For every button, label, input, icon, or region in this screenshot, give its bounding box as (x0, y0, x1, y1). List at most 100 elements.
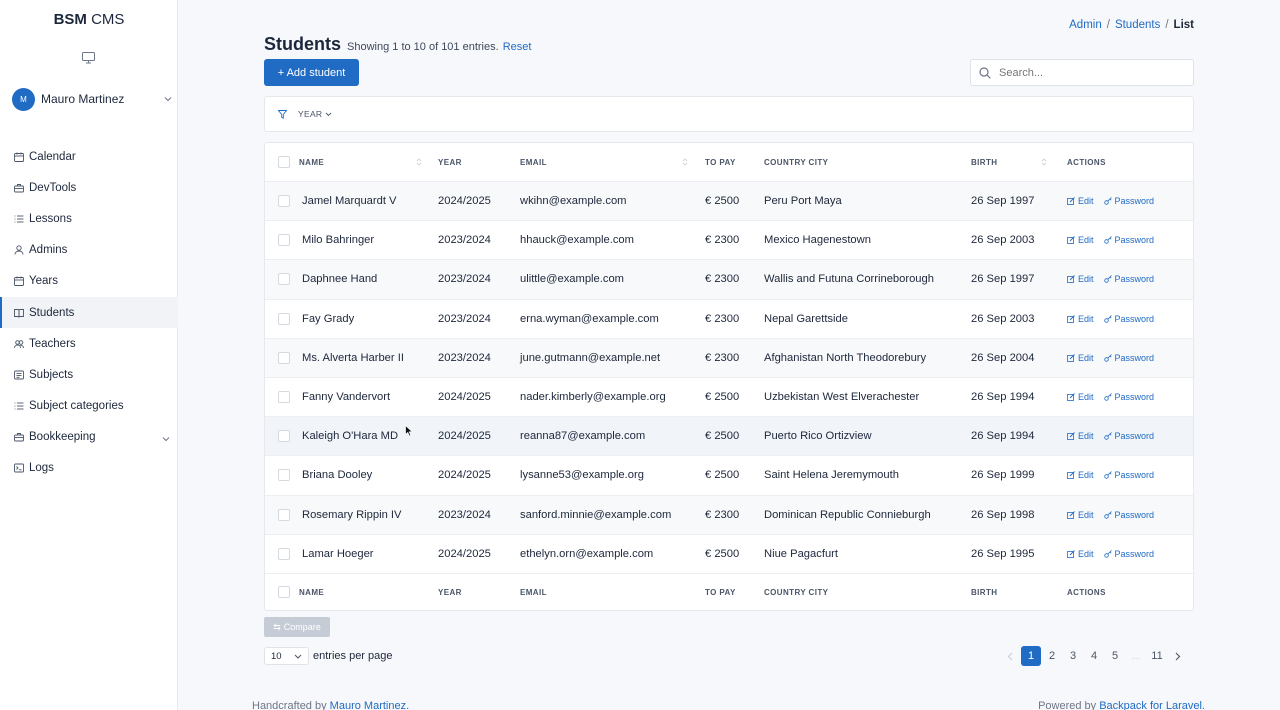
search-input[interactable] (999, 66, 1169, 79)
page-2[interactable]: 2 (1042, 646, 1062, 666)
column-header-country-city[interactable]: COUNTRY CITY (764, 588, 828, 597)
student-birth: 26 Sep 2004 (971, 351, 1035, 364)
column-header-year[interactable]: YEAR (438, 588, 462, 597)
password-button[interactable]: Password (1103, 470, 1154, 480)
edit-button[interactable]: Edit (1067, 549, 1094, 559)
edit-button[interactable]: Edit (1067, 470, 1094, 480)
edit-button[interactable]: Edit (1067, 353, 1094, 363)
column-header-year[interactable]: YEAR (438, 158, 462, 167)
column-header-birth[interactable]: BIRTH (971, 158, 997, 167)
table-row[interactable]: Daphnee Hand 2023/2024 ulittle@example.com… (265, 259, 1193, 299)
row-checkbox[interactable] (278, 156, 290, 168)
column-header-name[interactable]: NAME (299, 158, 324, 167)
table-row[interactable]: Rosemary Rippin IV 2023/2024 sanford.minni… (265, 494, 1193, 534)
sidebar-item-calendar[interactable]: Calendar (0, 141, 178, 172)
edit-button[interactable]: Edit (1067, 431, 1094, 441)
sort-icon[interactable] (1041, 157, 1047, 167)
row-checkbox[interactable] (278, 586, 290, 598)
page-11[interactable]: 11 (1147, 646, 1167, 666)
sidebar-item-teachers[interactable]: Teachers (0, 328, 178, 359)
row-checkbox[interactable] (278, 312, 290, 325)
column-header-to-pay[interactable]: TO PAY (705, 158, 736, 167)
edit-button[interactable]: Edit (1067, 392, 1094, 402)
sidebar-item-label: Logs (29, 462, 54, 475)
page-5[interactable]: 5 (1105, 646, 1125, 666)
password-button[interactable]: Password (1103, 274, 1154, 284)
edit-button[interactable]: Edit (1067, 235, 1094, 245)
table-row[interactable]: Jamel Marquardt V 2024/2025 wkihn@example.… (265, 181, 1193, 221)
column-header-email[interactable]: EMAIL (520, 588, 547, 597)
password-button[interactable]: Password (1103, 392, 1154, 402)
table-row[interactable]: Fanny Vandervort 2024/2025 nader.kimberly@… (265, 377, 1193, 416)
compare-button[interactable]: ⇆ Compare (264, 617, 330, 637)
reset-link[interactable]: Reset (503, 41, 532, 53)
sidebar-item-devtools[interactable]: DevTools (0, 172, 178, 203)
brand-logo[interactable]: BSM CMS (0, 11, 178, 28)
row-checkbox[interactable] (278, 273, 290, 286)
next-page-icon[interactable] (1168, 646, 1188, 666)
table-header-row: NAME YEAR EMAIL TO PAY COUNTRY CITY BIRTH ACTI… (265, 143, 1193, 181)
sidebar-item-logs[interactable]: Logs (0, 453, 178, 484)
table-row[interactable]: Fay Grady 2023/2024 erna.wyman@example.com… (265, 298, 1193, 338)
sort-icon[interactable] (682, 157, 688, 167)
row-checkbox[interactable] (278, 547, 290, 560)
backpack-link[interactable]: Backpack for Laravel. (1099, 700, 1205, 710)
student-country-city: Peru Port Maya (764, 195, 842, 208)
page-3[interactable]: 3 (1063, 646, 1083, 666)
password-button[interactable]: Password (1103, 431, 1154, 441)
edit-button[interactable]: Edit (1067, 510, 1094, 520)
sidebar-item-years[interactable]: Years (0, 266, 178, 297)
student-name: Fay Grady (302, 312, 355, 325)
per-page-select[interactable]: 10 (264, 647, 309, 665)
table-row[interactable]: Ms. Alverta Harber II 2023/2024 june.gutma… (265, 337, 1193, 377)
column-header-email[interactable]: EMAIL (520, 158, 547, 167)
edit-button[interactable]: Edit (1067, 196, 1094, 206)
sidebar-item-bookkeeping[interactable]: Bookkeeping (0, 422, 178, 453)
table-footer-row: NAME YEAR EMAIL TO PAY COUNTRY CITY BIRTH ACTI… (265, 573, 1193, 610)
sort-icon[interactable] (416, 157, 422, 167)
calendar-icon (14, 152, 24, 162)
add-student-button[interactable]: + Add student (264, 59, 359, 86)
column-header-birth[interactable]: BIRTH (971, 588, 997, 597)
row-checkbox[interactable] (278, 469, 290, 482)
password-button[interactable]: Password (1103, 196, 1154, 206)
news-icon (14, 370, 24, 380)
table-row[interactable]: Lamar Hoeger 2024/2025 ethelyn.orn@example… (265, 533, 1193, 573)
edit-button[interactable]: Edit (1067, 274, 1094, 284)
row-checkbox[interactable] (278, 234, 290, 247)
password-button[interactable]: Password (1103, 549, 1154, 559)
password-button[interactable]: Password (1103, 353, 1154, 363)
student-name: Jamel Marquardt V (302, 195, 397, 208)
password-button[interactable]: Password (1103, 314, 1154, 324)
sidebar-item-admins[interactable]: Admins (0, 235, 178, 266)
prev-page-icon[interactable] (1000, 646, 1020, 666)
column-header-name[interactable]: NAME (299, 588, 324, 597)
sidebar-item-subject-categories[interactable]: Subject categories (0, 391, 178, 422)
column-header-country-city[interactable]: COUNTRY CITY (764, 158, 828, 167)
author-link[interactable]: Mauro Martinez. (330, 700, 409, 710)
password-button[interactable]: Password (1103, 235, 1154, 245)
breadcrumb-admin[interactable]: Admin (1069, 19, 1102, 31)
student-country-city: Mexico Hagenestown (764, 234, 871, 247)
row-checkbox[interactable] (278, 195, 290, 208)
edit-button[interactable]: Edit (1067, 314, 1094, 324)
monitor-icon[interactable] (82, 52, 95, 64)
year-filter-dropdown[interactable]: YEAR (298, 109, 332, 119)
row-checkbox[interactable] (278, 351, 290, 364)
table-row[interactable]: Milo Bahringer 2023/2024 hhauck@example.co… (265, 220, 1193, 259)
sidebar-item-subjects[interactable]: Subjects (0, 359, 178, 390)
user-menu[interactable]: M Mauro Martinez (12, 87, 172, 111)
row-checkbox[interactable] (278, 391, 290, 404)
page-4[interactable]: 4 (1084, 646, 1104, 666)
row-checkbox[interactable] (278, 430, 290, 443)
sidebar-item-students[interactable]: Students (0, 296, 178, 329)
sidebar-item-lessons[interactable]: Lessons (0, 203, 178, 234)
page-header: Students Showing 1 to 10 of 101 entries.… (264, 34, 531, 55)
row-checkbox[interactable] (278, 508, 290, 521)
breadcrumb-students[interactable]: Students (1115, 19, 1160, 31)
table-row[interactable]: Briana Dooley 2024/2025 lysanne53@example.… (265, 455, 1193, 494)
column-header-to-pay[interactable]: TO PAY (705, 588, 736, 597)
search-box[interactable] (970, 59, 1194, 86)
password-button[interactable]: Password (1103, 510, 1154, 520)
page-1[interactable]: 1 (1021, 646, 1041, 666)
